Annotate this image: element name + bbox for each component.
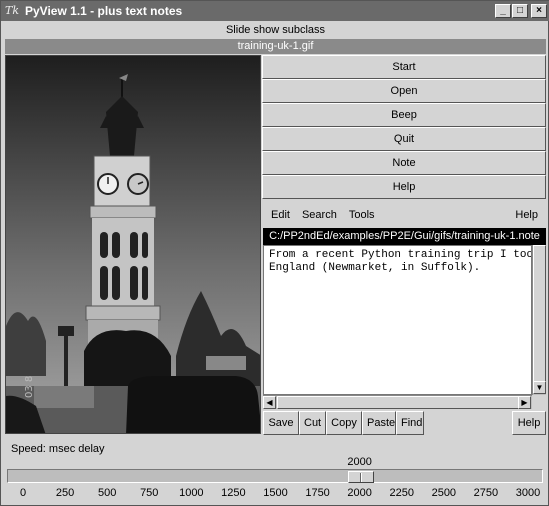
horizontal-scroll-thumb[interactable]: [277, 396, 519, 409]
scale-tick-label: 0: [19, 487, 27, 499]
scale-tick-label: 1750: [305, 487, 330, 499]
speed-scale-trough[interactable]: [7, 469, 543, 483]
note-text-area[interactable]: From a recent Python training trip I too…: [263, 245, 532, 395]
scroll-down-arrow-icon[interactable]: ▼: [533, 381, 546, 394]
scale-tick-label: 2250: [389, 487, 414, 499]
slide-image: 03 8: [5, 55, 261, 434]
menu-help[interactable]: Help: [515, 209, 538, 221]
speed-scale-ticks: 0 250 500 750 1000 1250 1500 1750 2000 2250 2500 27…: [1, 487, 549, 501]
scale-tick-label: 2500: [431, 487, 457, 499]
scale-tick-label: 750: [140, 487, 159, 499]
note-cut-button[interactable]: Cut: [299, 411, 326, 435]
window-title: PyView 1.1 - plus text notes: [25, 4, 183, 18]
note-copy-button[interactable]: Copy: [326, 411, 362, 435]
scale-tick-label: 500: [97, 487, 117, 499]
close-icon[interactable]: ×: [531, 4, 547, 18]
help-button[interactable]: Help: [262, 175, 546, 199]
scale-tick-label: 250: [55, 487, 75, 499]
note-find-button[interactable]: Find: [396, 411, 424, 435]
slideshow-subtitle: Slide show subclass: [225, 24, 326, 36]
menu-edit[interactable]: Edit: [271, 209, 290, 221]
speed-value-readout: 2000: [347, 456, 372, 468]
note-save-button[interactable]: Save: [263, 411, 299, 435]
note-paste-button[interactable]: Paste: [362, 411, 396, 435]
window-controls: _ □ ×: [495, 4, 547, 18]
note-file-path: C:/PP2ndEd/examples/PP2E/Gui/gifs/traini…: [263, 228, 546, 245]
scale-tick-label: 1500: [263, 487, 288, 499]
pyview-window: Tk PyView 1.1 - plus text notes _ □ × Sl…: [0, 0, 549, 506]
note-toolbar: Save Cut Copy Paste Find Help: [263, 411, 546, 435]
menu-tools[interactable]: Tools: [349, 209, 375, 221]
minimize-icon[interactable]: _: [495, 4, 511, 18]
note-menubar: Edit Search Tools Help: [262, 203, 546, 227]
tk-app-icon[interactable]: Tk: [5, 4, 21, 18]
beep-button[interactable]: Beep: [262, 103, 546, 127]
title-bar[interactable]: Tk PyView 1.1 - plus text notes _ □ ×: [1, 1, 549, 21]
start-button[interactable]: Start: [262, 55, 546, 79]
menu-search[interactable]: Search: [302, 209, 337, 221]
scale-tick-label: 1000: [179, 487, 204, 499]
scroll-right-arrow-icon[interactable]: ▶: [518, 396, 531, 409]
speed-label: Speed: msec delay: [11, 443, 105, 455]
note-horizontal-scrollbar[interactable]: ◀ ▶: [263, 395, 532, 409]
clock-tower-photo: 03 8: [6, 56, 260, 433]
vertical-scroll-thumb[interactable]: [533, 245, 546, 382]
open-button[interactable]: Open: [262, 79, 546, 103]
photo-date-stamp: 03 8: [24, 376, 35, 398]
image-filename-label: training-uk-1.gif: [5, 39, 546, 54]
note-help-button[interactable]: Help: [512, 411, 546, 435]
slideshow-buttons: Start Open Beep Quit Note Help: [262, 55, 546, 199]
scale-tick-label: 2750: [473, 487, 499, 499]
note-button[interactable]: Note: [262, 151, 546, 175]
speed-slider-handle[interactable]: [347, 471, 374, 483]
maximize-icon[interactable]: □: [512, 4, 528, 18]
quit-button[interactable]: Quit: [262, 127, 546, 151]
scale-tick-label: 2000: [347, 487, 372, 499]
scale-tick-label: 1250: [221, 487, 246, 499]
scroll-left-arrow-icon[interactable]: ◀: [263, 396, 276, 409]
scale-tick-label: 3000: [515, 487, 541, 499]
note-vertical-scrollbar[interactable]: ▼: [532, 245, 546, 395]
